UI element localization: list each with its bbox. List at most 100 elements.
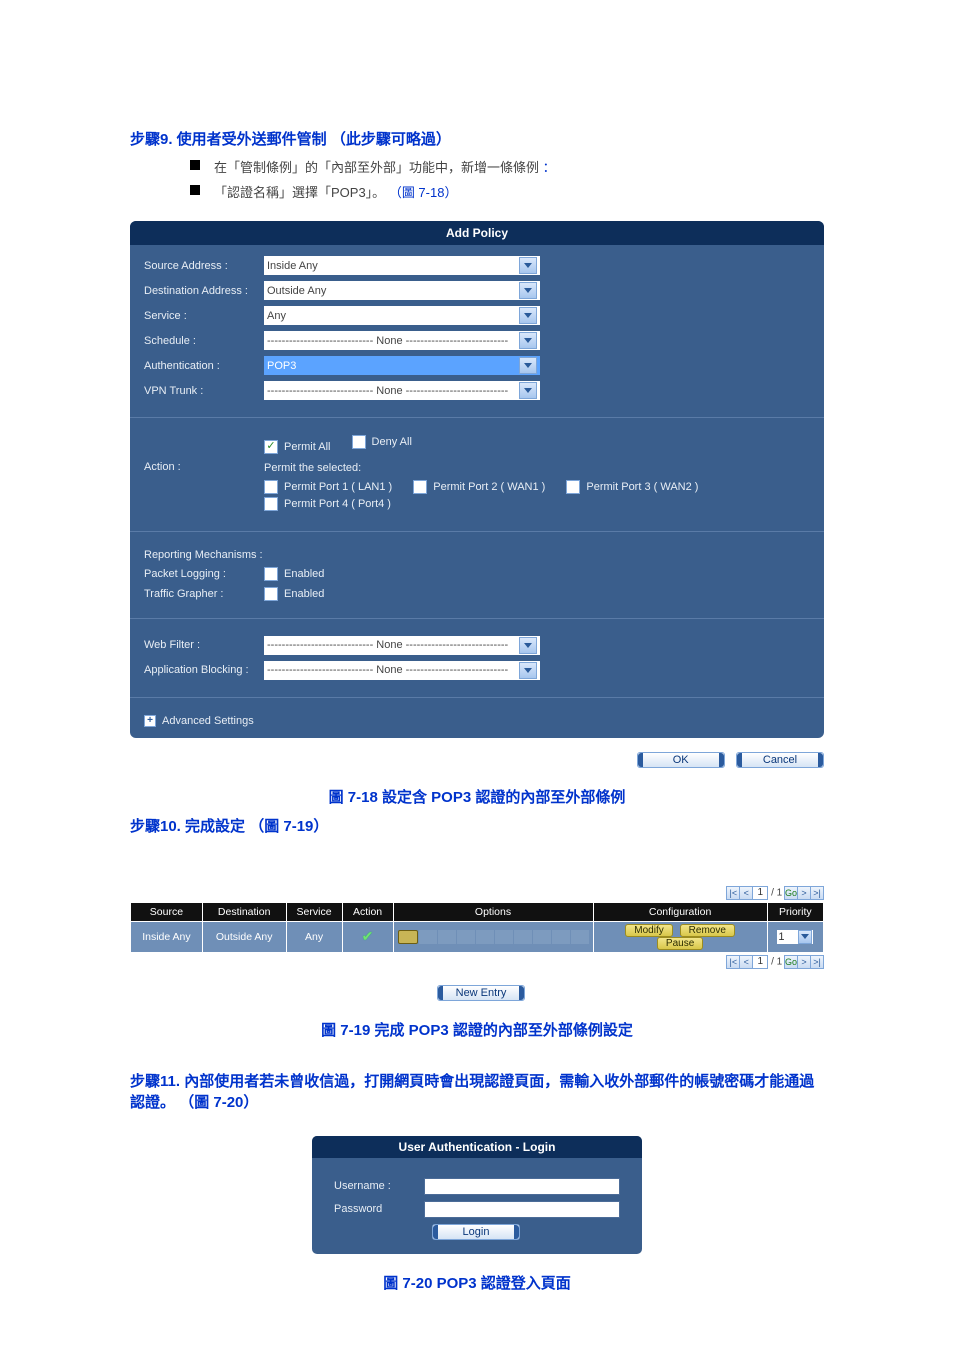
select-web-filter[interactable]: ----------------------------- None -----… [264,636,540,655]
dropdown-arrow-icon[interactable] [519,307,537,324]
col-service: Service [287,903,342,921]
pager-page-input[interactable]: 1 [752,955,768,969]
login-button[interactable]: Login [432,1224,520,1240]
pager-last-icon[interactable]: >| [810,886,824,900]
pager-first-icon[interactable]: |< [726,886,740,900]
cell-options [394,922,593,952]
option-icon[interactable] [398,930,418,944]
label-vpn-trunk: VPN Trunk : [144,385,264,397]
option-slot [457,930,475,944]
option-slot [419,930,437,944]
fig-7-18-caption: 圖 7-18 設定含 POP3 認證的內部至外部條例 [130,786,824,807]
dropdown-arrow-icon[interactable] [519,332,537,349]
dropdown-arrow-icon[interactable] [519,382,537,399]
col-options: Options [394,903,593,921]
remove-button[interactable]: Remove [680,924,735,937]
permit-port-2-label: Permit Port 2 ( WAN1 ) [433,481,545,493]
select-service-value: Any [267,310,286,322]
label-source-address: Source Address : [144,260,264,272]
login-title: User Authentication - Login [312,1136,642,1158]
step9-paren: （此步驟可略過） [331,131,451,148]
username-input[interactable] [424,1178,620,1195]
fig-7-20-caption: 圖 7-20 POP3 認證登入頁面 [130,1272,824,1293]
select-schedule-value: ----------------------------- None -----… [267,335,508,347]
ok-button[interactable]: OK [637,752,725,768]
checkbox-permit-port-3[interactable]: Permit Port 3 ( WAN2 ) [566,480,698,494]
label-application-blocking: Application Blocking : [144,664,274,676]
pager-go-icon[interactable]: Go [784,955,798,969]
password-input[interactable] [424,1201,620,1218]
checkbox-packet-logging[interactable]: Enabled [264,567,324,581]
checkbox-deny-all[interactable]: Deny All [352,435,412,449]
col-destination: Destination [203,903,286,921]
select-application-blocking[interactable]: ----------------------------- None -----… [264,661,540,680]
dropdown-arrow-icon[interactable] [519,282,537,299]
dropdown-arrow-icon[interactable] [519,357,537,374]
checkbox-permit-port-4[interactable]: Permit Port 4 ( Port4 ) [264,497,391,511]
label-schedule: Schedule : [144,335,264,347]
select-destination-address[interactable]: Outside Any [264,281,540,300]
dropdown-arrow-icon[interactable] [519,257,537,274]
label-traffic-grapher: Traffic Grapher : [144,588,264,600]
checkbox-permit-port-2[interactable]: Permit Port 2 ( WAN1 ) [413,480,545,494]
select-vpn-trunk[interactable]: ----------------------------- None -----… [264,381,540,400]
traffic-grapher-enabled: Enabled [284,588,324,600]
select-source-address[interactable]: Inside Any [264,256,540,275]
step11-paren: （圖 7-20） [179,1094,258,1111]
dropdown-arrow-icon[interactable] [798,930,812,944]
pager-prev-icon[interactable]: < [739,886,753,900]
label-action: Action : [144,461,264,473]
step9-bullets: 在「管制條例」的「內部至外部」功能中，新增一條條例 ： 「認證名稱」選擇「POP… [190,157,824,201]
option-slot [552,930,570,944]
pager-prev-icon[interactable]: < [739,955,753,969]
label-password: Password [334,1203,424,1215]
step11-heading: 步驟11. 內部使用者若未曾收信過，打開網頁時會出現認證頁面，需輸入收外部郵件的… [130,1070,824,1112]
pager-first-icon[interactable]: |< [726,955,740,969]
priority-select[interactable]: 1 [777,930,813,944]
bullet-1-colon: ： [543,160,556,175]
pause-button[interactable]: Pause [657,937,703,950]
select-vpn-value: ----------------------------- None -----… [267,385,508,397]
label-service: Service : [144,310,264,322]
select-schedule[interactable]: ----------------------------- None -----… [264,331,540,350]
permit-port-3-label: Permit Port 3 ( WAN2 ) [586,481,698,493]
permit-port-1-label: Permit Port 1 ( LAN1 ) [284,481,392,493]
label-destination-address: Destination Address : [144,285,264,297]
col-priority: Priority [768,903,823,921]
cell-action: ✔ [343,922,393,952]
select-service[interactable]: Any [264,306,540,325]
option-slot [533,930,551,944]
bullet-2-text: 「認證名稱」選擇「POP3」。 [214,185,385,200]
pager-next-icon[interactable]: > [797,886,811,900]
packet-logging-enabled: Enabled [284,568,324,580]
dropdown-arrow-icon[interactable] [519,662,537,679]
table-row: Inside Any Outside Any Any ✔ [131,922,823,952]
bullet-2-paren: （圖 7-18） [389,185,458,200]
checkbox-permit-all[interactable]: Permit All [264,440,330,454]
select-dest-value: Outside Any [267,285,326,297]
dropdown-arrow-icon[interactable] [519,637,537,654]
checkbox-permit-all-label: Permit All [284,441,330,453]
advanced-settings-label: Advanced Settings [162,715,254,727]
select-webfilter-value: ----------------------------- None -----… [267,639,508,651]
modify-button[interactable]: Modify [625,924,672,937]
pager-go-icon[interactable]: Go [784,886,798,900]
checkbox-traffic-grapher[interactable]: Enabled [264,587,324,601]
pager-last-icon[interactable]: >| [810,955,824,969]
pager-top: |<<1 / 1 Go>>| [130,886,824,900]
label-packet-logging: Packet Logging : [144,568,264,580]
checkbox-permit-port-1[interactable]: Permit Port 1 ( LAN1 ) [264,480,392,494]
label-authentication: Authentication : [144,360,264,372]
cancel-button[interactable]: Cancel [736,752,824,768]
pager-next-icon[interactable]: > [797,955,811,969]
new-entry-button[interactable]: New Entry [437,985,525,1001]
advanced-settings-toggle[interactable]: + Advanced Settings [144,712,810,730]
select-appblock-value: ----------------------------- None -----… [267,664,508,676]
cell-priority: 1 [768,922,823,952]
bullet-1: 在「管制條例」的「內部至外部」功能中，新增一條條例 ： [190,157,824,176]
pager-page-input[interactable]: 1 [752,886,768,900]
bullet-1-text: 在「管制條例」的「內部至外部」功能中，新增一條條例 [214,160,539,175]
select-authentication[interactable]: POP3 [264,356,540,375]
checkbox-box-icon [264,567,278,581]
step9-heading: 步驟9. 使用者受外送郵件管制 （此步驟可略過） [130,128,824,149]
